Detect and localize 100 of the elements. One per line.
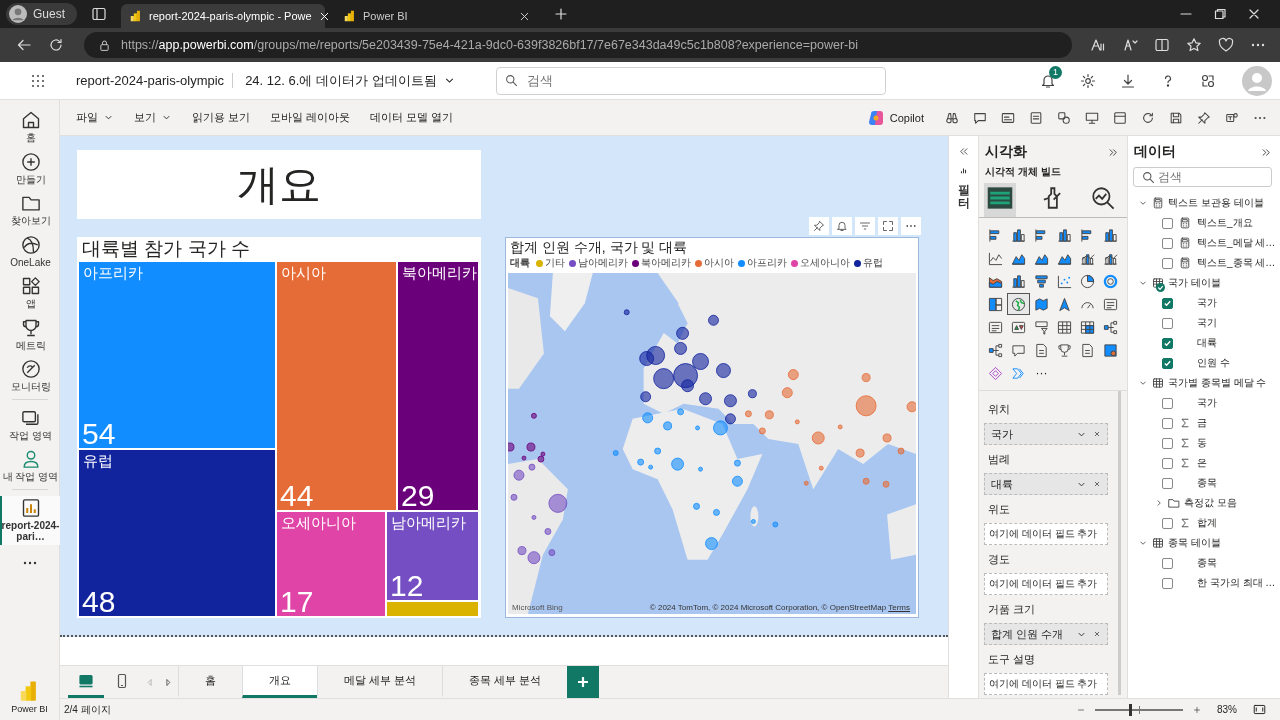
treemap-tile[interactable]: 유럽 48	[79, 450, 275, 616]
app-launcher-icon[interactable]	[30, 72, 46, 89]
checkbox[interactable]	[1162, 577, 1173, 589]
nav-item[interactable]: 앱	[0, 274, 60, 312]
field-item[interactable]: 인원 수	[1128, 353, 1280, 373]
visual-type-button[interactable]	[1007, 293, 1030, 315]
more-visuals-button[interactable]: ···	[1030, 362, 1053, 384]
zoom-slider[interactable]	[1095, 703, 1183, 716]
drop-zone[interactable]: 여기에 데이터 필드 추가	[984, 673, 1108, 695]
menu-item[interactable]: 보기	[126, 106, 180, 129]
profile-button[interactable]: Guest	[6, 3, 77, 25]
field-item[interactable]: 국기	[1128, 313, 1280, 333]
nav-item[interactable]: 메트릭	[0, 315, 60, 353]
checkbox[interactable]	[1162, 297, 1173, 309]
focus-mode-icon[interactable]	[878, 217, 898, 235]
legend-item[interactable]: 오세아니아	[791, 256, 850, 270]
field-item[interactable]: 한 국가의 최대 …	[1128, 573, 1280, 593]
browser-tab[interactable]: Power BI	[335, 4, 539, 28]
note-icon[interactable]	[1029, 110, 1043, 125]
legend-item[interactable]: 남아메리카	[569, 256, 628, 270]
binoculars-icon[interactable]	[945, 110, 959, 125]
checkbox[interactable]	[1162, 257, 1173, 269]
table-item[interactable]: 국가 테이블	[1128, 273, 1280, 293]
comment-icon[interactable]	[973, 110, 987, 125]
present-icon[interactable]	[1085, 110, 1099, 125]
field-item[interactable]: 대륙	[1128, 333, 1280, 353]
checkbox[interactable]	[1162, 237, 1173, 249]
subscribe-icon[interactable]	[1001, 110, 1015, 125]
search-field[interactable]: 검색	[495, 66, 886, 95]
build-tab[interactable]	[984, 183, 1016, 217]
legend-item[interactable]: 북아메리카	[632, 256, 691, 270]
checkbox[interactable]	[1162, 517, 1173, 529]
field-item[interactable]: 금	[1128, 413, 1280, 433]
nav-item[interactable]: 모니터링	[0, 357, 60, 395]
shapes-icon[interactable]	[1057, 110, 1071, 125]
field-pill[interactable]: 국가	[984, 423, 1108, 445]
treemap-tile[interactable]: 남아메리카 12	[387, 512, 478, 600]
teams-icon[interactable]	[1225, 110, 1239, 125]
checkbox[interactable]	[1162, 437, 1173, 449]
star-icon[interactable]	[1186, 37, 1202, 53]
expand-icon[interactable]	[1108, 146, 1119, 158]
nav-item[interactable]: 만들기	[0, 149, 60, 187]
checkbox[interactable]	[1162, 477, 1173, 489]
read-icon[interactable]	[1122, 37, 1138, 53]
field-item[interactable]: 은	[1128, 453, 1280, 473]
legend-item[interactable]: 기타	[536, 256, 565, 270]
pin-icon[interactable]	[809, 217, 829, 235]
terms-link[interactable]: Terms	[888, 603, 910, 612]
checkbox[interactable]	[1162, 397, 1173, 409]
menu-item[interactable]: 파일	[68, 106, 122, 129]
field-item[interactable]: 국가	[1128, 293, 1280, 313]
page-tab[interactable]: 개요	[242, 666, 317, 698]
checkbox[interactable]	[1162, 457, 1173, 469]
power-bi-logo[interactable]: Power BI	[11, 680, 48, 720]
share-icon[interactable]	[1200, 72, 1216, 89]
field-pill[interactable]: 대륙	[984, 473, 1108, 495]
field-item[interactable]: 국가	[1128, 393, 1280, 413]
table-item[interactable]: 국가별 종목별 메달 수	[1128, 373, 1280, 393]
field-item[interactable]: 텍스트_메달 세…	[1128, 233, 1280, 253]
nav-item[interactable]: 내 작업 영역	[0, 447, 60, 485]
search-field[interactable]: 검색	[1133, 167, 1272, 187]
filters-label[interactable]: 필터	[957, 184, 970, 211]
copilot-button[interactable]: Copilot	[861, 105, 930, 130]
address-field[interactable]: https://app.powerbi.com/groups/me/reports/5e203439-75e4-421a-9dc0-639f3826bf17/7e67e343da49c5c1b808?experience=power-bi	[84, 32, 1072, 58]
pin-icon[interactable]	[1197, 110, 1211, 125]
legend-item[interactable]: 아시아	[695, 256, 734, 270]
nav-item[interactable]: OneLake	[0, 232, 60, 270]
field-item[interactable]: 종목	[1128, 473, 1280, 493]
menu-item[interactable]: 모바일 레이아웃	[262, 106, 359, 129]
settings-icon[interactable]	[1080, 72, 1096, 89]
nav-item[interactable]: 작업 영역	[0, 405, 60, 443]
scroll-right-icon[interactable]	[163, 676, 174, 688]
heart-icon[interactable]	[1218, 37, 1234, 53]
save-icon[interactable]	[1169, 110, 1183, 125]
expand-icon[interactable]	[1261, 146, 1272, 158]
table-item[interactable]: 종목 테이블	[1128, 533, 1280, 553]
field-item[interactable]: 텍스트_개요	[1128, 213, 1280, 233]
restore-icon[interactable]	[1212, 6, 1228, 22]
field-pill[interactable]: 합계 인원 수개	[984, 623, 1108, 645]
refresh-icon[interactable]	[1141, 110, 1155, 125]
checkbox[interactable]	[1162, 217, 1173, 229]
field-item[interactable]: 합계	[1128, 513, 1280, 533]
collapse-icon[interactable]	[958, 146, 969, 157]
tab-actions-icon[interactable]	[91, 6, 107, 22]
folder-item[interactable]: 측정값 모음	[1128, 493, 1280, 513]
field-item[interactable]: 텍스트_종목 세…	[1128, 253, 1280, 273]
nav-item[interactable]: report-2024-pari…	[0, 495, 60, 545]
legend-item[interactable]: 유럽	[854, 256, 883, 270]
treemap-tile[interactable]	[387, 602, 478, 616]
download-icon[interactable]	[1120, 72, 1136, 89]
treemap-tile[interactable]: 북아메리카 29	[398, 262, 478, 510]
layout-icon[interactable]	[1113, 110, 1127, 125]
split-icon[interactable]	[1154, 37, 1170, 53]
fit-page-icon[interactable]	[1253, 703, 1266, 716]
back-icon[interactable]	[16, 37, 32, 53]
new-tab-icon[interactable]	[553, 6, 569, 22]
menu-item[interactable]: 데이터 모델 열기	[362, 106, 462, 129]
field-item[interactable]: 종목	[1128, 553, 1280, 573]
add-page-button[interactable]	[567, 666, 600, 698]
menu-item[interactable]: 읽기용 보기	[184, 106, 259, 129]
